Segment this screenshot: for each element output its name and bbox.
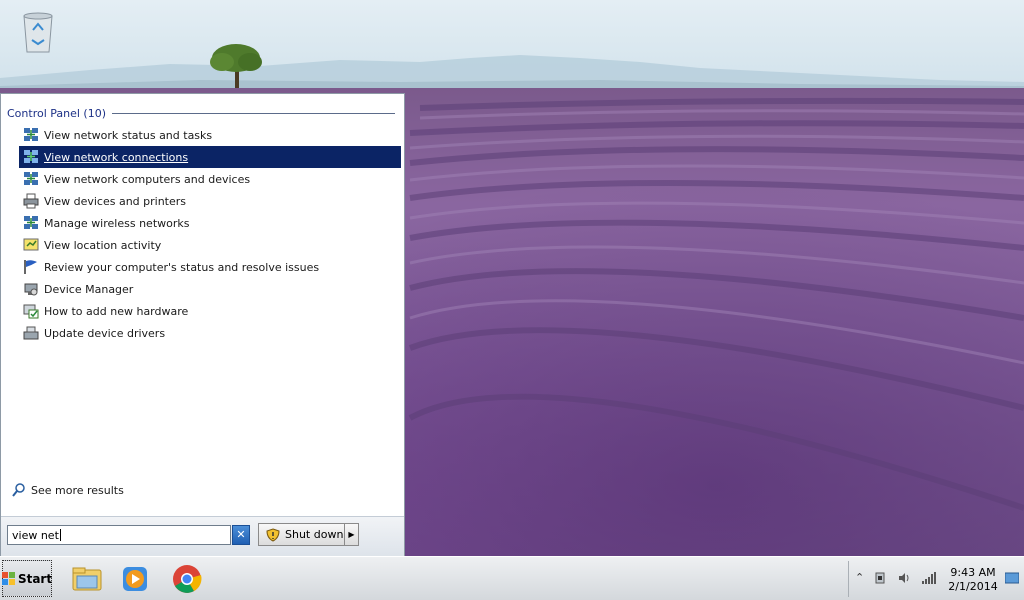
show-desktop-icon[interactable] — [1004, 572, 1020, 584]
explorer-taskbar-icon[interactable] — [70, 562, 104, 596]
recycle-bin-icon[interactable] — [18, 6, 58, 56]
result-view-network-computers[interactable]: View network computers and devices — [19, 168, 401, 190]
result-add-new-hardware[interactable]: How to add new hardware — [19, 300, 401, 322]
hardware-icon — [23, 303, 39, 319]
device-manager-icon — [23, 281, 39, 297]
location-icon — [23, 237, 39, 253]
action-center-flag-icon — [23, 259, 39, 275]
result-view-network-connections[interactable]: View network connections — [19, 146, 401, 168]
search-input-value: view net — [12, 529, 59, 542]
clock-time: 9:43 AM — [950, 566, 996, 579]
network-icon — [23, 171, 39, 187]
volume-icon[interactable] — [897, 571, 911, 585]
group-header: Control Panel (10) — [7, 106, 395, 120]
network-signal-icon[interactable] — [921, 571, 936, 585]
safely-remove-hardware-icon[interactable] — [873, 571, 887, 585]
see-more-label: See more results — [31, 483, 124, 497]
clock-date: 2/1/2014 — [948, 580, 998, 593]
taskbar: Start ⌃ 9:43 AM 2/1/2014 — [0, 556, 1024, 600]
result-review-computer-status[interactable]: Review your computer's status and resolv… — [19, 256, 401, 278]
media-player-taskbar-icon[interactable] — [118, 562, 152, 596]
shutdown-label: Shut down — [285, 528, 344, 541]
network-icon — [23, 149, 39, 165]
chevron-right-icon: ▶ — [348, 530, 355, 539]
shutdown-options-button[interactable]: ▶ — [345, 523, 359, 546]
mountains-graphic — [0, 44, 1024, 100]
search-icon — [11, 482, 27, 498]
search-results-list: View network status and tasks View netwo… — [19, 124, 401, 344]
show-hidden-icons-icon[interactable]: ⌃ — [855, 571, 869, 585]
clear-search-button[interactable]: ✕ — [232, 525, 250, 545]
search-input[interactable]: view net — [7, 525, 231, 545]
close-icon: ✕ — [236, 528, 246, 541]
system-tray: ⌃ 9:43 AM 2/1/2014 — [848, 561, 1024, 597]
see-more-results-link[interactable]: See more results — [11, 482, 124, 498]
windows-logo-icon — [1, 571, 16, 586]
result-update-device-drivers[interactable]: Update device drivers — [19, 322, 401, 344]
start-menu: Control Panel (10) View network status a… — [0, 93, 405, 557]
chrome-taskbar-icon[interactable] — [170, 562, 204, 596]
start-menu-bottom-bar: view net ✕ Shut down ▶ — [1, 516, 404, 557]
start-button[interactable]: Start — [1, 560, 53, 597]
result-view-network-status[interactable]: View network status and tasks — [19, 124, 401, 146]
result-manage-wireless[interactable]: Manage wireless networks — [19, 212, 401, 234]
shield-icon — [266, 527, 280, 542]
result-view-devices-printers[interactable]: View devices and printers — [19, 190, 401, 212]
start-label: Start — [17, 571, 53, 586]
result-device-manager[interactable]: Device Manager — [19, 278, 401, 300]
driver-icon — [23, 325, 39, 341]
network-icon — [23, 215, 39, 231]
network-icon — [23, 127, 39, 143]
result-view-location-activity[interactable]: View location activity — [19, 234, 401, 256]
group-header-title: Control Panel (10) — [7, 106, 107, 120]
shutdown-button[interactable]: Shut down — [258, 523, 345, 546]
clock[interactable]: 9:43 AM 2/1/2014 — [947, 566, 999, 594]
printer-icon — [23, 193, 39, 209]
